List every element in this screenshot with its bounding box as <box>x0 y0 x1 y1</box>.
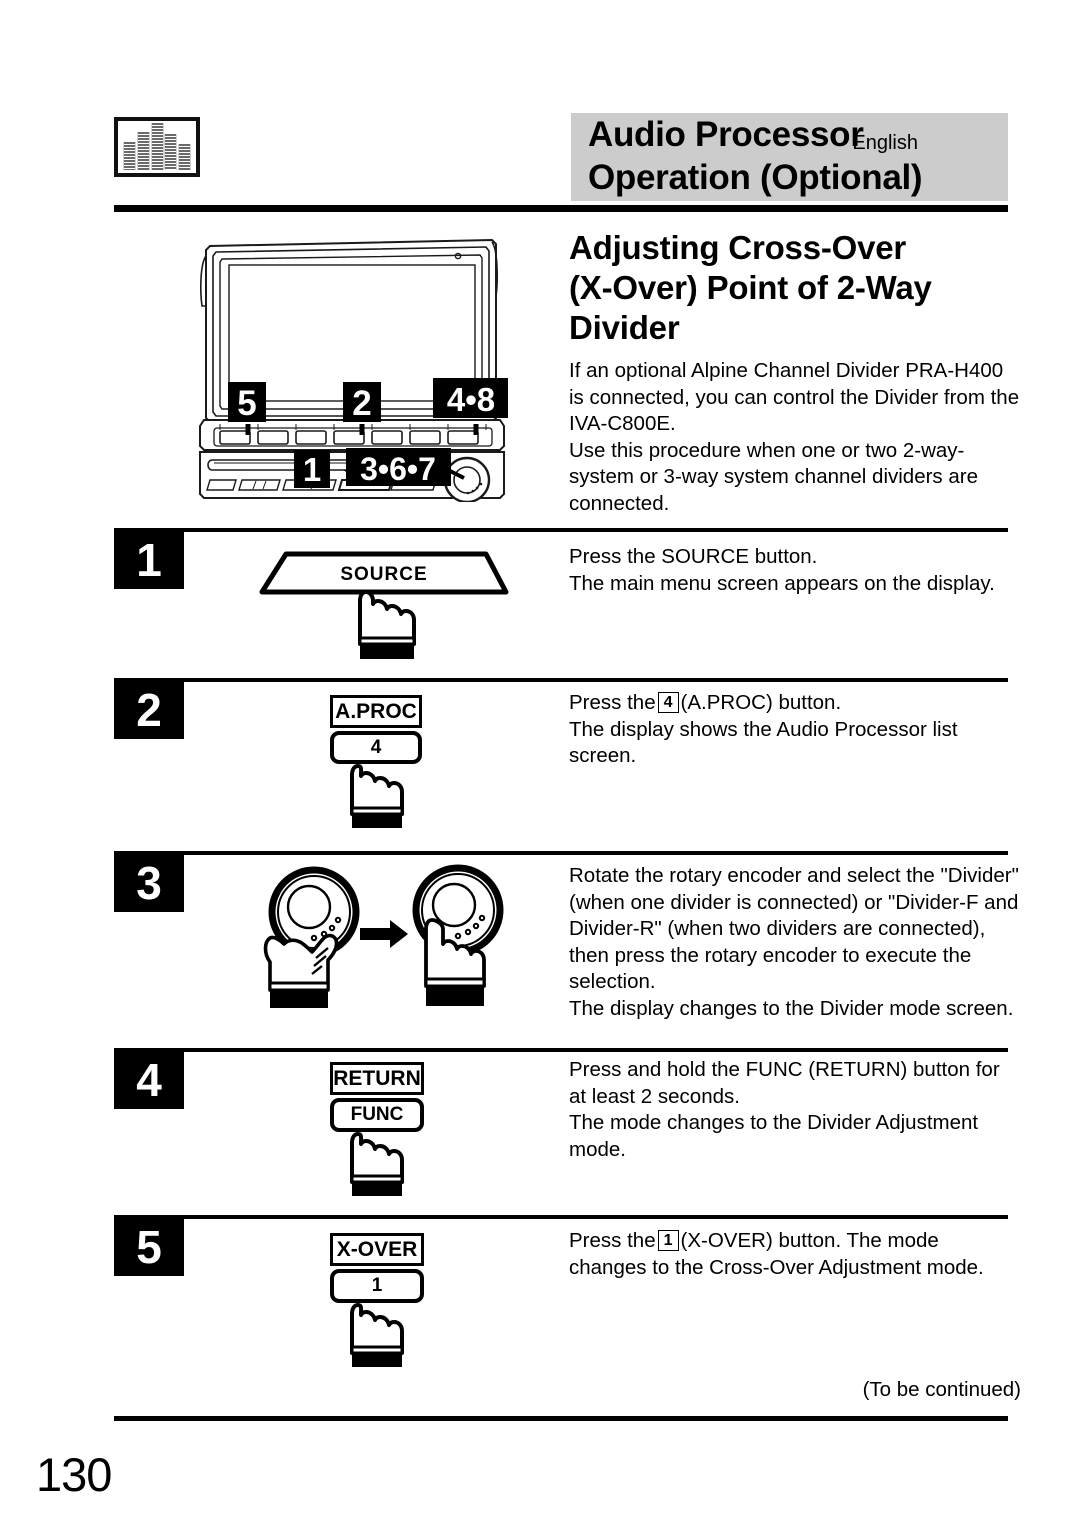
svg-text:SOURCE: SOURCE <box>340 564 427 585</box>
equalizer-bar <box>123 142 136 170</box>
step-divider <box>114 851 1008 855</box>
language-label: English <box>852 132 918 154</box>
equalizer-icon <box>114 117 200 177</box>
inline-button-badge-1: 1 <box>657 1230 679 1251</box>
figure-source-button: SOURCE <box>258 548 513 663</box>
page-title: Audio Processor Operation (Optional) Eng… <box>588 113 928 199</box>
section-title-line1: Adjusting Cross-Over <box>569 229 907 266</box>
manual-page: Audio Processor Operation (Optional) Eng… <box>0 0 1080 1529</box>
figure-label-xover: X-OVER <box>330 1233 424 1266</box>
footer-divider <box>114 1416 1008 1421</box>
callout-1: 1 <box>294 450 330 488</box>
step-1-text: Press the SOURCE button. The main menu s… <box>569 545 995 595</box>
svg-text:4•8: 4•8 <box>447 381 495 418</box>
step-divider <box>114 678 1008 682</box>
svg-text:2: 2 <box>352 384 371 423</box>
equalizer-bar <box>150 123 164 170</box>
equalizer-bar <box>164 134 178 170</box>
figure-button-func: FUNC <box>330 1098 424 1132</box>
step-number-4: 4 <box>114 1051 184 1109</box>
callout-2: 2 <box>343 382 381 423</box>
figure-label-return: RETURN <box>330 1062 424 1095</box>
callout-4-8: 4•8 <box>433 378 508 418</box>
step-number-3: 3 <box>114 854 184 912</box>
section-title-line2: (X-Over) Point of 2-Way <box>569 269 932 306</box>
header-divider <box>114 205 1008 212</box>
hand-pointing-icon <box>348 760 408 830</box>
figure-label-aproc: A.PROC <box>330 695 422 728</box>
step-divider <box>114 528 1008 532</box>
page-number: 130 <box>36 1448 112 1501</box>
step-2-text: Press the 4 (A.PROC) button. The display s… <box>569 690 1021 770</box>
svg-text:5: 5 <box>237 384 256 423</box>
step-number-1: 1 <box>114 531 184 589</box>
figure-button-1: 1 <box>330 1269 424 1303</box>
car-head-unit-illustration: 5 2 4•8 1 3•6•7 <box>196 232 508 502</box>
step-number-2: 2 <box>114 681 184 739</box>
svg-text:3•6•7: 3•6•7 <box>360 451 436 487</box>
figure-rotary-encoder-pair <box>256 862 516 1022</box>
step-divider <box>114 1215 1008 1219</box>
callout-3-6-7: 3•6•7 <box>346 448 451 487</box>
hand-pointing-icon <box>348 1128 408 1198</box>
inline-button-badge-4: 4 <box>657 692 679 713</box>
step-3-text: Rotate the rotary encoder and select the… <box>569 864 1019 1020</box>
step-4-text: Press and hold the FUNC (RETURN) button … <box>569 1058 1000 1161</box>
step-5-text: Press the 1 (X-OVER) button. The mode chan… <box>569 1228 1021 1281</box>
hand-pointing-icon <box>348 1299 408 1369</box>
section-title: Adjusting Cross-Over (X-Over) Point of 2… <box>569 228 1019 348</box>
intro-paragraph: If an optional Alpine Channel Divider PR… <box>569 359 1020 515</box>
equalizer-bar <box>178 144 191 170</box>
right-arrow-icon <box>360 920 408 948</box>
callout-5: 5 <box>228 382 266 423</box>
step-5-text-before: Press the <box>569 1229 656 1252</box>
equalizer-bar <box>136 132 150 170</box>
step-number-5: 5 <box>114 1218 184 1276</box>
svg-text:1: 1 <box>303 451 321 488</box>
to-be-continued-note: (To be continued) <box>862 1378 1021 1401</box>
section-title-line3: Divider <box>569 309 680 346</box>
step-divider <box>114 1048 1008 1052</box>
step-2-text-before: Press the <box>569 691 656 714</box>
